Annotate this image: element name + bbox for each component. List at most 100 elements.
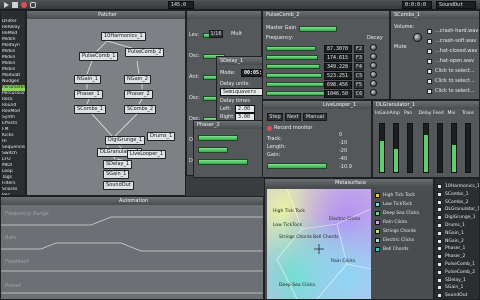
sample-checkbox[interactable] xyxy=(427,49,432,54)
patch-node[interactable]: SoundOut xyxy=(103,181,134,190)
sample-list-item[interactable]: Click to select... xyxy=(427,77,479,86)
manual-button[interactable]: Manual xyxy=(303,113,327,121)
note-tag[interactable]: C5 xyxy=(354,72,364,80)
phaser-slider[interactable] xyxy=(198,159,248,165)
play-icon[interactable] xyxy=(4,2,9,8)
patch-list-item[interactable]: SGain_1 xyxy=(437,284,479,291)
decay-knob[interactable] xyxy=(370,71,377,78)
patch-node[interactable]: LiveLooper_1 xyxy=(127,150,167,159)
patch-checkbox[interactable] xyxy=(437,238,442,244)
sample-list-item[interactable]: ...crash-hard.wav xyxy=(427,27,479,36)
patch-list-item[interactable]: SoundOut xyxy=(437,292,479,299)
patch-list-item[interactable]: NGain_1 xyxy=(437,230,479,237)
patch-node[interactable]: SCombs_2 xyxy=(124,105,157,114)
note-tag[interactable]: C6 xyxy=(354,90,364,98)
patch-checkbox[interactable] xyxy=(437,184,442,189)
note-tag[interactable]: F2 xyxy=(354,45,364,53)
stop-icon[interactable] xyxy=(12,2,18,8)
record-monitor-checkbox[interactable] xyxy=(267,126,272,131)
patch-list-item[interactable]: Phaser_1 xyxy=(437,245,479,252)
decay-knob[interactable] xyxy=(370,80,377,87)
patch-checkbox[interactable] xyxy=(437,246,442,252)
frequency-slider[interactable] xyxy=(266,46,316,51)
patch-node[interactable]: PulseComb_2 xyxy=(125,48,165,57)
legend-item[interactable]: Electric Clicks xyxy=(375,236,433,245)
patch-checkbox[interactable] xyxy=(437,199,442,205)
decay-knob[interactable] xyxy=(370,44,377,51)
patch-checkbox[interactable] xyxy=(437,262,442,267)
legend-item[interactable]: Deep Sea Clicks xyxy=(375,209,433,218)
loop-icon[interactable] xyxy=(30,2,36,8)
patch-node[interactable]: Phaser_1 xyxy=(74,90,103,99)
sample-list-item[interactable]: ...hat-open.wav xyxy=(427,57,479,66)
frequency-slider[interactable] xyxy=(266,55,318,60)
patch-list-item[interactable]: SDelay_1 xyxy=(437,277,479,284)
record-icon[interactable] xyxy=(21,2,27,8)
note-tag[interactable]: F3 xyxy=(354,54,364,62)
patch-checkbox[interactable] xyxy=(437,207,442,213)
phaser-slider[interactable] xyxy=(198,147,228,153)
patch-checkbox[interactable] xyxy=(437,293,442,299)
patch-checkbox[interactable] xyxy=(437,254,442,260)
legend-item[interactable]: High Tick Tock xyxy=(375,191,433,200)
note-tag[interactable]: F4 xyxy=(354,63,364,71)
legend-item[interactable]: Rain Clicks xyxy=(375,218,433,227)
patch-list-item[interactable]: Phaser_2 xyxy=(437,253,479,260)
sample-checkbox[interactable] xyxy=(427,79,432,84)
frequency-slider[interactable] xyxy=(266,64,320,69)
patch-node[interactable]: SGain_1 xyxy=(103,170,130,179)
decay-knob[interactable] xyxy=(370,89,377,96)
delay-units-select[interactable]: Semiquavers xyxy=(220,88,265,96)
frequency-value[interactable]: 1046.50 xyxy=(324,90,352,98)
patch-node[interactable]: 10Harmonics_1 xyxy=(101,32,146,41)
division-select[interactable]: 1/16 xyxy=(209,30,223,38)
patch-node[interactable]: PulseComb_1 xyxy=(79,52,119,61)
patch-list-item[interactable]: SCombs_2 xyxy=(437,199,479,206)
patch-checkbox[interactable] xyxy=(437,285,442,291)
patch-checkbox[interactable] xyxy=(437,269,442,275)
frequency-value[interactable]: 698.456 xyxy=(324,81,352,89)
note-tag[interactable]: F5 xyxy=(354,81,364,89)
frequency-slider[interactable] xyxy=(266,91,326,96)
patch-checkbox[interactable] xyxy=(437,277,442,283)
fader-pan[interactable] xyxy=(407,123,413,173)
patch-list-item[interactable]: NGain_2 xyxy=(437,238,479,245)
sample-checkbox[interactable] xyxy=(427,89,432,94)
frequency-slider[interactable] xyxy=(266,82,324,87)
patch-list-item[interactable]: 10Harmonics_1 xyxy=(437,183,479,190)
patch-node[interactable]: NGain_2 xyxy=(124,75,151,84)
patch-node[interactable]: SCombs_1 xyxy=(74,105,107,114)
sample-checkbox[interactable] xyxy=(427,59,432,64)
frequency-value[interactable]: 87.3070 xyxy=(324,45,352,53)
patch-list-item[interactable]: Drums_1 xyxy=(437,222,479,229)
gain-slider[interactable] xyxy=(267,163,327,169)
fader-trans[interactable] xyxy=(465,123,471,173)
frequency-value[interactable]: 349.228 xyxy=(324,63,352,71)
patch-node[interactable]: DigiGrunge_1 xyxy=(105,136,146,145)
tempo-field[interactable]: 145.0 xyxy=(168,1,194,9)
patch-checkbox[interactable] xyxy=(437,230,442,236)
patch-node[interactable]: Phaser_2 xyxy=(124,90,153,99)
sample-checkbox[interactable] xyxy=(427,39,432,44)
left-field[interactable]: 2.00 xyxy=(235,105,255,113)
frequency-value[interactable]: 174.615 xyxy=(324,54,352,62)
patch-checkbox[interactable] xyxy=(437,223,442,228)
step-button[interactable]: Step xyxy=(267,113,283,121)
patch-node[interactable]: Drums_1 xyxy=(147,132,176,141)
phaser-slider[interactable] xyxy=(198,135,238,141)
sample-list-item[interactable]: Click to select... xyxy=(427,87,479,96)
patch-list-item[interactable]: DigiGrunge_1 xyxy=(437,214,479,221)
sample-list-item[interactable]: ...hat-closed.wav xyxy=(427,47,479,56)
decay-knob[interactable] xyxy=(370,53,377,60)
patch-node[interactable]: NGain_1 xyxy=(74,75,101,84)
patch-checkbox[interactable] xyxy=(437,191,442,197)
legend-item[interactable]: Bell Chords xyxy=(375,245,433,254)
frequency-slider[interactable] xyxy=(266,73,322,78)
next-button[interactable]: Next xyxy=(285,113,301,121)
legend-item[interactable]: Strings Chords xyxy=(375,227,433,236)
patch-checkbox[interactable] xyxy=(437,215,442,221)
patch-node[interactable]: SDelay_1 xyxy=(103,160,133,169)
fader-feed[interactable] xyxy=(437,123,443,173)
patch-list-item[interactable]: PulseComb_2 xyxy=(437,269,479,276)
decay-knob[interactable] xyxy=(370,62,377,69)
